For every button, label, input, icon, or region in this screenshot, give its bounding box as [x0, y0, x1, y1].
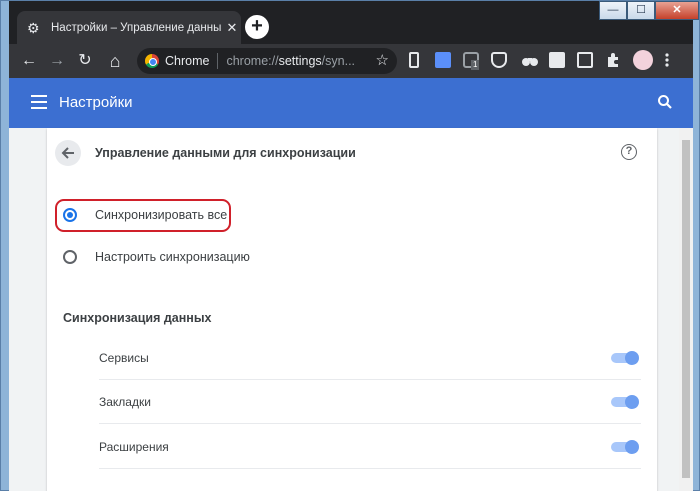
section-title: Управление данными для синхронизации: [95, 146, 356, 160]
tab-settings[interactable]: ⚙ Настройки – Управление данны ✕: [17, 11, 241, 44]
settings-header: Настройки: [9, 78, 693, 128]
sync-all-label: Синхронизировать все: [95, 208, 228, 222]
sync-item-label: Сервисы: [99, 350, 149, 365]
reader-icon[interactable]: [577, 52, 593, 68]
toggle-services[interactable]: [611, 350, 639, 365]
site-chip[interactable]: Chrome: [145, 51, 209, 71]
site-chip-label: Chrome: [165, 54, 210, 68]
binoculars-icon[interactable]: [521, 52, 539, 68]
bookmark-star-icon[interactable]: ☆: [376, 51, 389, 69]
chrome-logo-icon: [145, 54, 159, 68]
scrollbar[interactable]: [679, 128, 693, 491]
browser-toolbar: ← → ↻ ⌂ Chrome chrome://settings/syn... …: [9, 44, 693, 78]
close-tab-icon[interactable]: ✕: [225, 20, 239, 36]
sync-item-label: Расширения: [99, 439, 169, 454]
toggle-bookmarks[interactable]: [611, 394, 639, 409]
gear-icon: ⚙: [27, 19, 40, 36]
custom-sync-option[interactable]: Настроить синхронизацию: [63, 247, 250, 267]
sync-item-label: Закладки: [99, 394, 151, 409]
address-bar[interactable]: Chrome chrome://settings/syn... ☆: [137, 48, 397, 74]
sync-item-services: Сервисы: [99, 336, 641, 380]
url-rest: /syn...: [321, 54, 356, 68]
maximize-button[interactable]: ☐: [627, 1, 655, 20]
radio-sync-all[interactable]: [63, 208, 77, 222]
custom-sync-label: Настроить синхронизацию: [95, 250, 250, 264]
home-icon[interactable]: ⌂: [105, 51, 125, 71]
extension-badge: 1: [471, 60, 480, 70]
settings-content: Управление данными для синхронизации ? С…: [9, 128, 693, 491]
extension-white-icon[interactable]: [549, 52, 565, 68]
pocket-icon[interactable]: [491, 52, 507, 68]
page-title: Настройки: [59, 94, 133, 111]
reload-icon[interactable]: ↻: [75, 51, 95, 71]
toggle-extensions[interactable]: [611, 439, 639, 454]
browser-window: ⚙ Настройки – Управление данны ✕ + — ☐ ✕…: [0, 0, 700, 491]
radio-custom-sync[interactable]: [63, 250, 77, 264]
close-window-button[interactable]: ✕: [655, 1, 699, 20]
extension-blue-icon[interactable]: [435, 52, 451, 68]
new-tab-button[interactable]: +: [245, 15, 269, 39]
back-icon[interactable]: ←: [19, 51, 39, 71]
menu-icon[interactable]: [665, 52, 669, 68]
url-text: chrome://settings/syn...: [226, 54, 366, 68]
data-sync-heading: Синхронизация данных: [63, 311, 212, 325]
tab-title: Настройки – Управление данны: [51, 21, 222, 34]
url-prefix: chrome://: [226, 54, 279, 68]
url-host: settings: [278, 54, 322, 68]
puzzle-icon[interactable]: [605, 52, 621, 68]
tab-strip: ⚙ Настройки – Управление данны ✕ +: [9, 1, 693, 44]
search-icon[interactable]: [657, 94, 673, 110]
help-icon[interactable]: ?: [621, 144, 637, 160]
forward-icon[interactable]: →: [47, 51, 67, 71]
sync-settings-card: Управление данными для синхронизации ? С…: [47, 128, 657, 491]
address-separator: [217, 53, 219, 69]
arrow-left-icon: [61, 147, 74, 159]
minimize-button[interactable]: —: [599, 1, 627, 20]
window-controls: — ☐ ✕: [599, 1, 699, 21]
phone-icon[interactable]: [409, 52, 419, 68]
sync-item-bookmarks: Закладки: [99, 380, 641, 424]
scrollbar-thumb[interactable]: [682, 140, 690, 478]
sync-item-extensions: Расширения: [99, 425, 641, 469]
back-button[interactable]: [55, 140, 81, 166]
hamburger-menu-icon[interactable]: [31, 95, 47, 109]
sync-all-option[interactable]: Синхронизировать все: [63, 205, 227, 225]
profile-avatar[interactable]: [633, 50, 653, 70]
extension-gray-icon[interactable]: 1: [463, 52, 480, 70]
